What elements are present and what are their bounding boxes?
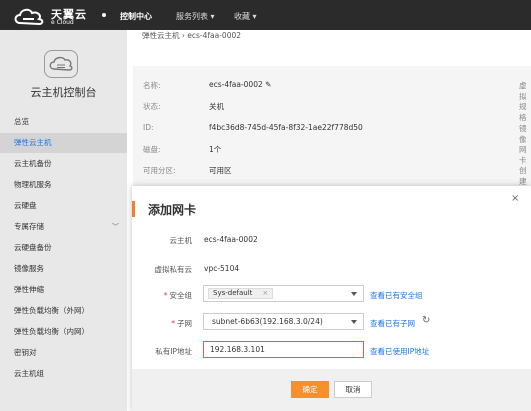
dialog-footer: 确定 取消 [132,369,531,411]
brand-logo[interactable]: 天翼云 e Cloud [12,4,106,28]
nav-console[interactable]: 控制中心 [120,11,152,22]
subnet-label-text: 子网 [177,319,192,328]
view-subnets-link[interactable]: 查看已有子网 [370,318,415,329]
detail-status-value: 关机 [209,102,224,111]
sidebar-item-label: 专属存储 [14,222,44,231]
detail-right-label: 网卡 [519,145,527,165]
sidebar-title: 云主机控制台 [30,86,97,99]
chevron-down-icon: ﹀ [112,223,119,231]
detail-id-label: ID: [143,123,154,132]
required-mark: * [171,319,175,328]
detail-zone-value: 可用区 [209,166,232,175]
security-group-label-text: 安全组 [169,291,193,300]
sidebar-item-physical[interactable]: 物理机服务 [0,175,127,195]
host-label: 云主机 [169,236,193,245]
detail-right-label: 创建 [519,166,527,186]
sidebar: 云主机控制台 总览 弹性云主机 云主机备份 物理机服务 云硬盘 专属存储 ﹀ 云… [0,30,127,411]
subnet-label: * 子网 [132,318,192,329]
title-accent-bar [132,201,135,217]
detail-id-value: f4bc36d8-745d-45fa-8f32-1ae22f778d50 [209,123,363,132]
logo-text-en: e Cloud [51,19,74,26]
refresh-icon[interactable]: ↻ [422,315,430,326]
sidebar-item-elb-external[interactable]: 弹性负载均衡（外网） [0,301,127,321]
sidebar-item-overview[interactable]: 总览 [0,112,127,132]
sidebar-item-keypair[interactable]: 密钥对 [0,343,127,363]
add-nic-dialog: 添加网卡 × 云主机 ecs-4faa-0002 虚拟私有云 vpc-5104 … [132,186,531,411]
view-security-groups-link[interactable]: 查看已有安全组 [370,290,423,301]
security-group-label: * 安全组 [132,290,192,301]
detail-right-label: 虚拟 [519,81,527,101]
cloud-logo-icon [14,8,44,26]
security-group-select[interactable]: Sys-default × [203,285,364,302]
sidebar-item-disk[interactable]: 云硬盘 [0,196,127,216]
logo-dot [102,13,106,17]
detail-name-label: 名称: [143,81,161,90]
sidebar-item-autoscaling[interactable]: 弹性伸缩 [0,280,127,300]
nav-service-list[interactable]: 服务列表 ▾ [176,11,215,22]
sidebar-item-host-backup[interactable]: 云主机备份 [0,154,127,174]
caret-down-icon [351,320,357,324]
private-ip-input[interactable] [203,341,364,358]
subnet-selected-value: subnet-6b63(192.168.3.0/24) [212,317,323,326]
subnet-select[interactable]: subnet-6b63(192.168.3.0/24) [203,313,364,330]
confirm-button[interactable]: 确定 [291,381,329,398]
remove-tag-icon[interactable]: × [262,289,268,297]
vpc-value: vpc-5104 [204,264,240,273]
sidebar-item-disk-backup[interactable]: 云硬盘备份 [0,238,127,258]
detail-right-label: 规格 [519,102,527,122]
security-group-tag-text: Sys-default [213,289,253,297]
close-icon[interactable]: × [511,193,519,204]
breadcrumb[interactable]: 弹性云主机 › ecs-4faa-0002 [142,30,241,41]
detail-disk-label: 磁盘: [143,145,161,154]
detail-name-value[interactable]: ecs-4faa-0002 ✎ [209,80,271,89]
detail-right-label: 镜像 [519,124,527,144]
caret-down-icon [351,292,357,296]
vpc-label: 虚拟私有云 [154,265,193,274]
sidebar-item-elastic-host[interactable]: 弹性云主机 [0,133,127,153]
host-value: ecs-4faa-0002 [204,235,258,244]
sidebar-item-image[interactable]: 镜像服务 [0,259,127,279]
security-group-tag: Sys-default × [208,288,274,299]
sidebar-item-host-group[interactable]: 云主机组 [0,364,127,384]
detail-disk-value: 1个 [209,145,222,154]
top-navigation-bar: 天翼云 e Cloud 控制中心 服务列表 ▾ 收藏 ▾ [0,0,531,30]
cancel-button[interactable]: 取消 [334,381,372,398]
detail-zone-label: 可用分区: [143,166,176,175]
dialog-title: 添加网卡 [148,203,197,217]
cloud-host-icon [44,50,78,78]
required-mark: * [163,291,168,300]
detail-status-label: 状态: [143,102,161,111]
private-ip-label: 私有IP地址 [155,347,192,356]
sidebar-item-dedicated-storage[interactable]: 专属存储 ﹀ [0,217,127,237]
view-used-ips-link[interactable]: 查看已使用IP地址 [370,346,429,357]
sidebar-item-elb-internal[interactable]: 弹性负载均衡（内网） [0,322,127,342]
nav-favorites[interactable]: 收藏 ▾ [234,11,257,22]
